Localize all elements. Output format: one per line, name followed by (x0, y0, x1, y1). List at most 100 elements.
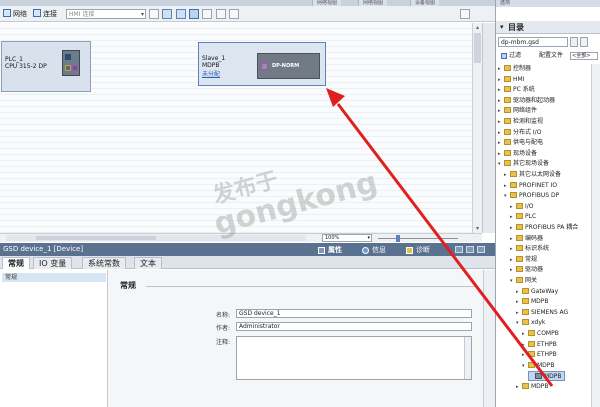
catalog-header[interactable]: ▾ 目录 (496, 21, 600, 34)
catalog-tree-item[interactable]: ▸ 供电与配电 (498, 138, 543, 148)
catalog-tree-item[interactable]: ▸ HMI (498, 75, 524, 85)
catalog-tree-item[interactable]: ▸ GateWay (516, 287, 558, 297)
slave-unassigned-link[interactable]: 未分配 (202, 71, 220, 78)
subtab-texts[interactable]: 文本 (134, 257, 162, 269)
canvas-vertical-scrollbar[interactable]: ▴ ▾ (472, 23, 482, 233)
zoom-select[interactable]: 100% ▾ (322, 234, 372, 242)
catalog-tree-item[interactable]: ▾ xdyk (516, 318, 545, 328)
dp-port-icon[interactable] (72, 65, 78, 71)
catalog-title: 目录 (508, 23, 524, 32)
catalog-tree-item[interactable]: ▸ COMPB (522, 329, 559, 339)
catalog-tree-item[interactable]: ▸ 常规 (510, 255, 537, 265)
folder-icon (516, 224, 523, 230)
catalog-tree-item[interactable]: ▸ SIEMENS AG (516, 308, 568, 318)
filter-checkbox[interactable] (501, 53, 507, 59)
inspector-scrollbar[interactable] (483, 270, 495, 407)
catalog-tree-label: 分布式 I/O (513, 128, 542, 136)
plc-type: CPU 315-2 DP (5, 63, 47, 70)
subtab-io-tags[interactable]: IO 变量 (33, 257, 73, 269)
folder-icon (522, 298, 529, 305)
minimize-icon[interactable] (455, 246, 463, 253)
module-label: DP-NORM (272, 63, 300, 69)
connection-type-select[interactable]: HMI 连接 ▾ (66, 9, 146, 19)
search-prev-icon[interactable] (580, 37, 588, 47)
name-field[interactable]: GSD device_1 (236, 309, 472, 318)
catalog-tree-item[interactable]: ▸ 其它以太网设备 (504, 170, 561, 180)
catalog-tree-item[interactable]: ▾ MDPB (522, 361, 555, 371)
grid-icon[interactable] (176, 9, 186, 19)
search-next-icon[interactable] (570, 37, 578, 47)
tab-properties[interactable]: 属性 (318, 245, 342, 255)
page-break-icon[interactable] (189, 9, 199, 19)
zoom-slider[interactable] (378, 235, 458, 242)
catalog-tree-item[interactable]: ▸ 标识系统 (510, 244, 549, 254)
catalog-tree-item[interactable]: ▸ PC 系统 (498, 85, 535, 95)
folder-icon (528, 361, 535, 368)
comment-field[interactable] (236, 336, 472, 380)
author-field[interactable]: Administrator (236, 322, 472, 331)
slave-name: Slave_1 (202, 55, 226, 62)
catalog-tree-item[interactable]: ▸ MDPB (516, 382, 549, 392)
catalog-tree-item[interactable]: ▸ PLC (510, 212, 536, 222)
catalog-tree-label: MDPB (544, 373, 562, 381)
catalog-tree-item[interactable]: ▸ 控制器 (498, 64, 531, 74)
subtab-general[interactable]: 常规 (2, 257, 30, 269)
maximize-icon[interactable] (466, 246, 474, 253)
catalog-tree-item[interactable]: ▸ 检测和监视 (498, 117, 543, 127)
scroll-up-icon[interactable]: ▴ (474, 24, 481, 31)
canvas-horizontal-scrollbar[interactable] (6, 235, 306, 241)
catalog-tree-label: COMPB (537, 330, 559, 337)
folder-icon (516, 245, 523, 252)
subtab-system-constants[interactable]: 系统常数 (82, 257, 126, 269)
catalog-tree-item[interactable]: ▸ 驱动器和起动器 (498, 96, 555, 106)
catalog-search-input[interactable]: dp-mbm.gsd (498, 37, 568, 47)
zoom-in-icon[interactable] (216, 9, 226, 19)
folder-icon (516, 255, 523, 262)
catalog-tree-item[interactable]: ▸ 驱动器 (510, 265, 543, 275)
catalog-scrollbar[interactable] (591, 64, 600, 407)
plc-device[interactable]: PLC_1 CPU 315-2 DP (1, 41, 91, 92)
folder-icon (510, 181, 517, 188)
close-icon[interactable] (477, 246, 485, 253)
catalog-tree-item[interactable]: ▸ 网络组件 (498, 106, 537, 116)
network-button[interactable]: 网络 (3, 9, 27, 19)
slave-device[interactable]: Slave_1 MDPB 未分配 DP-NORM (198, 42, 326, 86)
comment-scrollbar[interactable] (464, 337, 471, 379)
catalog-tree-item[interactable]: ▸ ETHPB (522, 340, 557, 350)
catalog-tree-item[interactable]: ▸ MDPB (516, 297, 549, 307)
nav-item-general[interactable]: 常规 (2, 273, 106, 282)
folder-icon (510, 192, 517, 199)
catalog-tree-item[interactable]: ▾ 其它现场设备 (498, 159, 549, 169)
inspector-nav: 常规 (0, 270, 108, 407)
catalog-tree-label: PROFIBUS PA 耦合 (525, 224, 579, 231)
catalog-tree-item[interactable]: MDPB (528, 371, 565, 382)
profile-select[interactable]: <全部> (570, 52, 598, 60)
properties-icon[interactable] (149, 9, 159, 19)
expand-icon[interactable] (460, 9, 470, 19)
catalog-tree-item[interactable]: ▸ I/O (510, 202, 534, 212)
zoom-out-icon[interactable] (229, 9, 239, 19)
dp-port-icon[interactable] (261, 63, 268, 70)
scroll-down-icon[interactable]: ▾ (474, 225, 481, 232)
diagnostics-icon (406, 247, 413, 254)
catalog-tree-item[interactable]: ▾ 网关 (510, 276, 537, 286)
catalog-tree-item[interactable]: ▸ PROFIBUS PA 耦合 (510, 223, 578, 233)
tab-info[interactable]: 信息 (362, 245, 386, 255)
inspector-content: 常规 名称: GSD device_1 作者: Administrator 注释… (108, 270, 483, 407)
module-icon (535, 373, 542, 380)
zoom-slider-handle[interactable] (396, 235, 400, 242)
catalog-tree-item[interactable]: ▸ 编码器 (510, 234, 543, 244)
catalog-tree-item[interactable]: ▾ PROFIBUS DP (504, 191, 559, 201)
connect-button[interactable]: 连接 (33, 9, 57, 19)
catalog-tree-item[interactable]: ▸ 现场设备 (498, 149, 537, 159)
catalog-tree-item[interactable]: ▸ PROFINET IO (504, 181, 557, 191)
network-canvas[interactable]: PLC_1 CPU 315-2 DP Slave_1 MDPB 未分配 DP-N… (0, 23, 472, 233)
catalog-tree-label: 常规 (525, 255, 538, 263)
tab-diagnostics[interactable]: 诊断 (406, 245, 430, 255)
mpi-port-icon[interactable] (65, 65, 71, 71)
list-icon[interactable] (202, 9, 212, 19)
io-table-icon[interactable] (162, 9, 172, 19)
catalog-tree-item[interactable]: ▸ 分布式 I/O (498, 128, 541, 138)
catalog-tree-item[interactable]: ▸ ETHPB (522, 350, 557, 360)
catalog-tree-label: 驱动器 (525, 266, 544, 274)
